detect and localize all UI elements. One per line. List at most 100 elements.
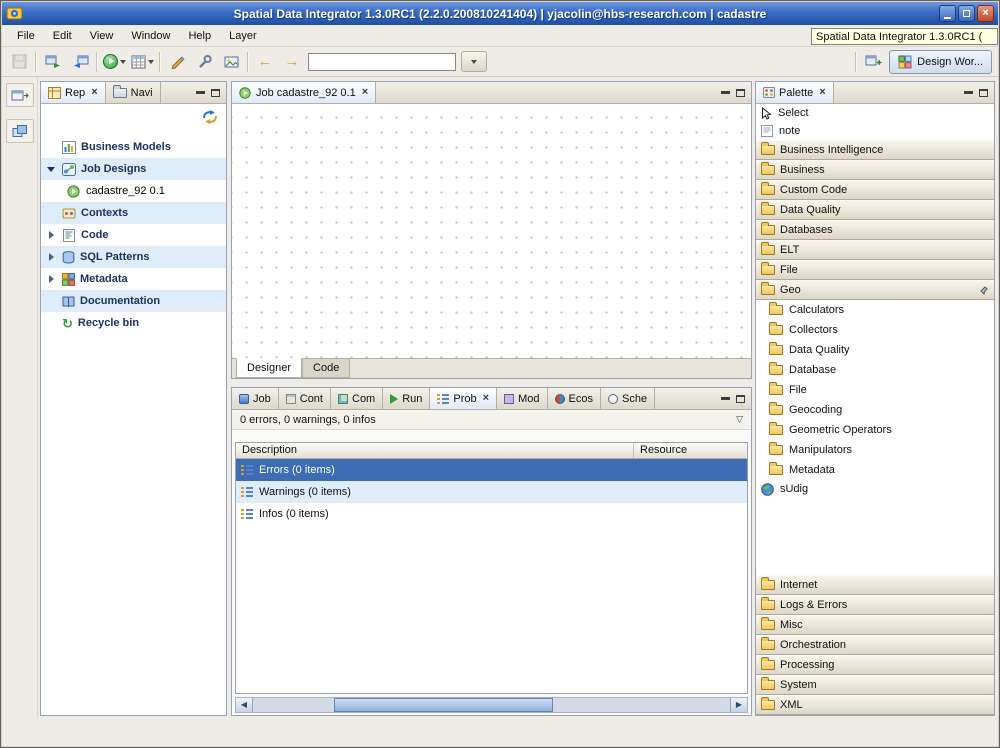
- tab-navigator[interactable]: Navi: [106, 82, 161, 103]
- tree-item-sql-patterns[interactable]: SQL Patterns: [41, 246, 226, 268]
- column-resource[interactable]: Resource: [634, 443, 747, 458]
- palette-category-internet[interactable]: Internet: [756, 575, 994, 595]
- palette-item-metadata[interactable]: Metadata: [756, 460, 994, 480]
- menu-layer[interactable]: Layer: [220, 27, 266, 45]
- palette-item-manipulators[interactable]: Manipulators: [756, 440, 994, 460]
- export-items-button[interactable]: [42, 51, 64, 73]
- palette-item-calculators[interactable]: Calculators: [756, 300, 994, 320]
- tools-button[interactable]: [193, 51, 215, 73]
- run-job-button[interactable]: [103, 51, 126, 73]
- open-perspective-button[interactable]: [862, 51, 884, 73]
- tab-repository[interactable]: Rep ×: [41, 82, 106, 103]
- forward-button[interactable]: →: [281, 51, 303, 73]
- menu-file[interactable]: File: [8, 27, 44, 45]
- tab-palette[interactable]: Palette ×: [756, 82, 834, 103]
- search-options-button[interactable]: [461, 51, 487, 72]
- close-tab-icon[interactable]: ×: [483, 393, 489, 404]
- tab-job-cadastre[interactable]: Job cadastre_92 0.1 ×: [232, 82, 376, 103]
- tab-designer[interactable]: Designer: [236, 358, 302, 378]
- tree-item-cadastre-job[interactable]: cadastre_92 0.1: [41, 180, 226, 202]
- menu-window[interactable]: Window: [122, 27, 179, 45]
- close-button[interactable]: ×: [977, 5, 994, 22]
- palette-item-database[interactable]: Database: [756, 360, 994, 380]
- scrollbar-track[interactable]: [253, 698, 730, 712]
- table-row-infos[interactable]: Infos (0 items): [236, 503, 747, 525]
- menu-edit[interactable]: Edit: [44, 27, 81, 45]
- minimize-panel-icon[interactable]: [721, 397, 730, 400]
- minimize-panel-icon[interactable]: [196, 91, 205, 94]
- maximize-panel-icon[interactable]: [736, 395, 745, 403]
- tab-problems[interactable]: Prob ×: [430, 388, 497, 409]
- menu-view[interactable]: View: [81, 27, 123, 45]
- palette-tool-sudig[interactable]: sUdig: [756, 480, 994, 498]
- fast-view-button[interactable]: [6, 119, 34, 143]
- tab-run[interactable]: Run: [383, 388, 430, 409]
- tab-scheduler[interactable]: Sche: [601, 388, 655, 409]
- close-tab-icon[interactable]: ×: [819, 87, 825, 98]
- minimize-panel-icon[interactable]: [721, 91, 730, 94]
- tab-code[interactable]: Code: [302, 359, 350, 378]
- save-button[interactable]: [8, 51, 30, 73]
- menu-help[interactable]: Help: [179, 27, 220, 45]
- palette-tool-note[interactable]: note: [756, 122, 994, 140]
- minimize-button[interactable]: [939, 5, 956, 22]
- expander-closed-icon[interactable]: [46, 230, 57, 241]
- tab-component[interactable]: Com: [331, 388, 383, 409]
- palette-item-file[interactable]: File: [756, 380, 994, 400]
- palette-item-data-quality[interactable]: Data Quality: [756, 340, 994, 360]
- palette-category-xml[interactable]: XML: [756, 695, 994, 715]
- palette-item-collectors[interactable]: Collectors: [756, 320, 994, 340]
- palette-category-file[interactable]: File: [756, 260, 994, 280]
- palette-category-business-intelligence[interactable]: Business Intelligence: [756, 140, 994, 160]
- scroll-left-icon[interactable]: ◀: [236, 698, 253, 712]
- tab-job[interactable]: Job: [232, 388, 279, 409]
- title-bar[interactable]: Spatial Data Integrator 1.3.0RC1 (2.2.0.…: [2, 2, 998, 25]
- export-image-button[interactable]: [220, 51, 242, 73]
- maximize-button[interactable]: [958, 5, 975, 22]
- tab-ecosystem[interactable]: Ecos: [548, 388, 601, 409]
- tree-item-metadata[interactable]: Metadata: [41, 268, 226, 290]
- tree-item-business-models[interactable]: Business Models: [41, 136, 226, 158]
- design-canvas[interactable]: [232, 104, 751, 358]
- tree-item-documentation[interactable]: Documentation: [41, 290, 226, 312]
- palette-category-custom-code[interactable]: Custom Code: [756, 180, 994, 200]
- design-workbench-button[interactable]: Design Wor...: [889, 50, 992, 74]
- column-description[interactable]: Description: [236, 443, 634, 458]
- refresh-button[interactable]: [202, 110, 218, 127]
- expander-closed-icon[interactable]: [46, 252, 57, 263]
- tree-item-code[interactable]: Code: [41, 224, 226, 246]
- expander-open-icon[interactable]: [46, 164, 57, 175]
- tab-modules[interactable]: Mod: [497, 388, 547, 409]
- maximize-panel-icon[interactable]: [979, 89, 988, 97]
- tab-contexts[interactable]: Cont: [279, 388, 331, 409]
- back-button[interactable]: ←: [254, 51, 276, 73]
- maximize-panel-icon[interactable]: [211, 89, 220, 97]
- close-tab-icon[interactable]: ×: [91, 87, 97, 98]
- table-row-errors[interactable]: Errors (0 items): [236, 459, 747, 481]
- palette-item-geocoding[interactable]: Geocoding: [756, 400, 994, 420]
- palette-category-logs-errors[interactable]: Logs & Errors: [756, 595, 994, 615]
- palette-category-orchestration[interactable]: Orchestration: [756, 635, 994, 655]
- palette-item-geometric-operators[interactable]: Geometric Operators: [756, 420, 994, 440]
- restore-view-button[interactable]: [6, 83, 34, 107]
- tree-item-job-designs[interactable]: Job Designs: [41, 158, 226, 180]
- palette-category-system[interactable]: System: [756, 675, 994, 695]
- maximize-panel-icon[interactable]: [736, 89, 745, 97]
- expander-closed-icon[interactable]: [46, 274, 57, 285]
- palette-category-geo[interactable]: Geo: [756, 280, 994, 300]
- tree-item-recycle-bin[interactable]: ↻ Recycle bin: [41, 312, 226, 334]
- edit-button[interactable]: [166, 51, 188, 73]
- scroll-right-icon[interactable]: ▶: [730, 698, 747, 712]
- minimize-panel-icon[interactable]: [964, 91, 973, 94]
- tree-item-contexts[interactable]: Contexts: [41, 202, 226, 224]
- palette-category-databases[interactable]: Databases: [756, 220, 994, 240]
- palette-tool-select[interactable]: Select: [756, 104, 994, 122]
- scrollbar-thumb[interactable]: [334, 698, 553, 712]
- close-tab-icon[interactable]: ×: [362, 87, 368, 98]
- palette-category-elt[interactable]: ELT: [756, 240, 994, 260]
- palette-category-business[interactable]: Business: [756, 160, 994, 180]
- grid-view-button[interactable]: [131, 51, 154, 73]
- palette-category-misc[interactable]: Misc: [756, 615, 994, 635]
- pin-icon[interactable]: [979, 285, 989, 295]
- view-menu-icon[interactable]: ▽: [736, 414, 743, 425]
